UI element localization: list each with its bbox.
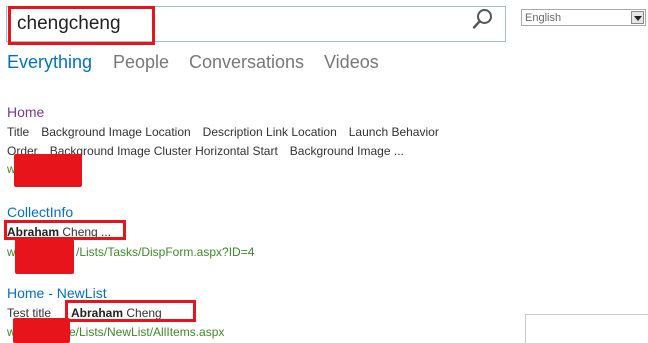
tab-conversations[interactable]: Conversations: [189, 52, 304, 73]
meta-item: Title: [7, 125, 30, 139]
redaction-mark: [14, 154, 82, 187]
tab-everything[interactable]: Everything: [7, 52, 92, 73]
redaction-mark: [15, 239, 74, 274]
redaction-mark: [13, 318, 70, 343]
result-title-home[interactable]: Home: [7, 104, 44, 120]
language-select[interactable]: English: [521, 9, 646, 26]
meta-item: Background Image Location: [41, 125, 191, 139]
result-title-home-newlist[interactable]: Home - NewList: [7, 285, 107, 301]
result-url[interactable]: e/Lists/NewList/AllItems.aspx: [69, 325, 224, 339]
tab-people[interactable]: People: [113, 52, 169, 73]
search-icon[interactable]: [472, 8, 494, 30]
language-select-value: English: [525, 12, 562, 24]
author-highlight-box: [65, 300, 196, 322]
meta-item: Background Image ...: [289, 144, 404, 158]
result-url[interactable]: /Lists/Tasks/DispForm.aspx?ID=4: [76, 245, 254, 259]
result-title-collectinfo[interactable]: CollectInfo: [7, 204, 73, 220]
chevron-down-icon[interactable]: [631, 11, 644, 24]
result-meta-line-1: Title Background Image Location Descriptio…: [7, 125, 451, 139]
tab-videos[interactable]: Videos: [324, 52, 379, 73]
meta-item: Description Link Location: [202, 125, 337, 139]
author-highlight-box: [4, 220, 126, 240]
query-highlight-box: [8, 6, 155, 45]
meta-item: Launch Behavior: [348, 125, 439, 139]
meta-item: Background Image Cluster Horizontal Star…: [49, 144, 278, 158]
side-panel: [525, 314, 648, 343]
